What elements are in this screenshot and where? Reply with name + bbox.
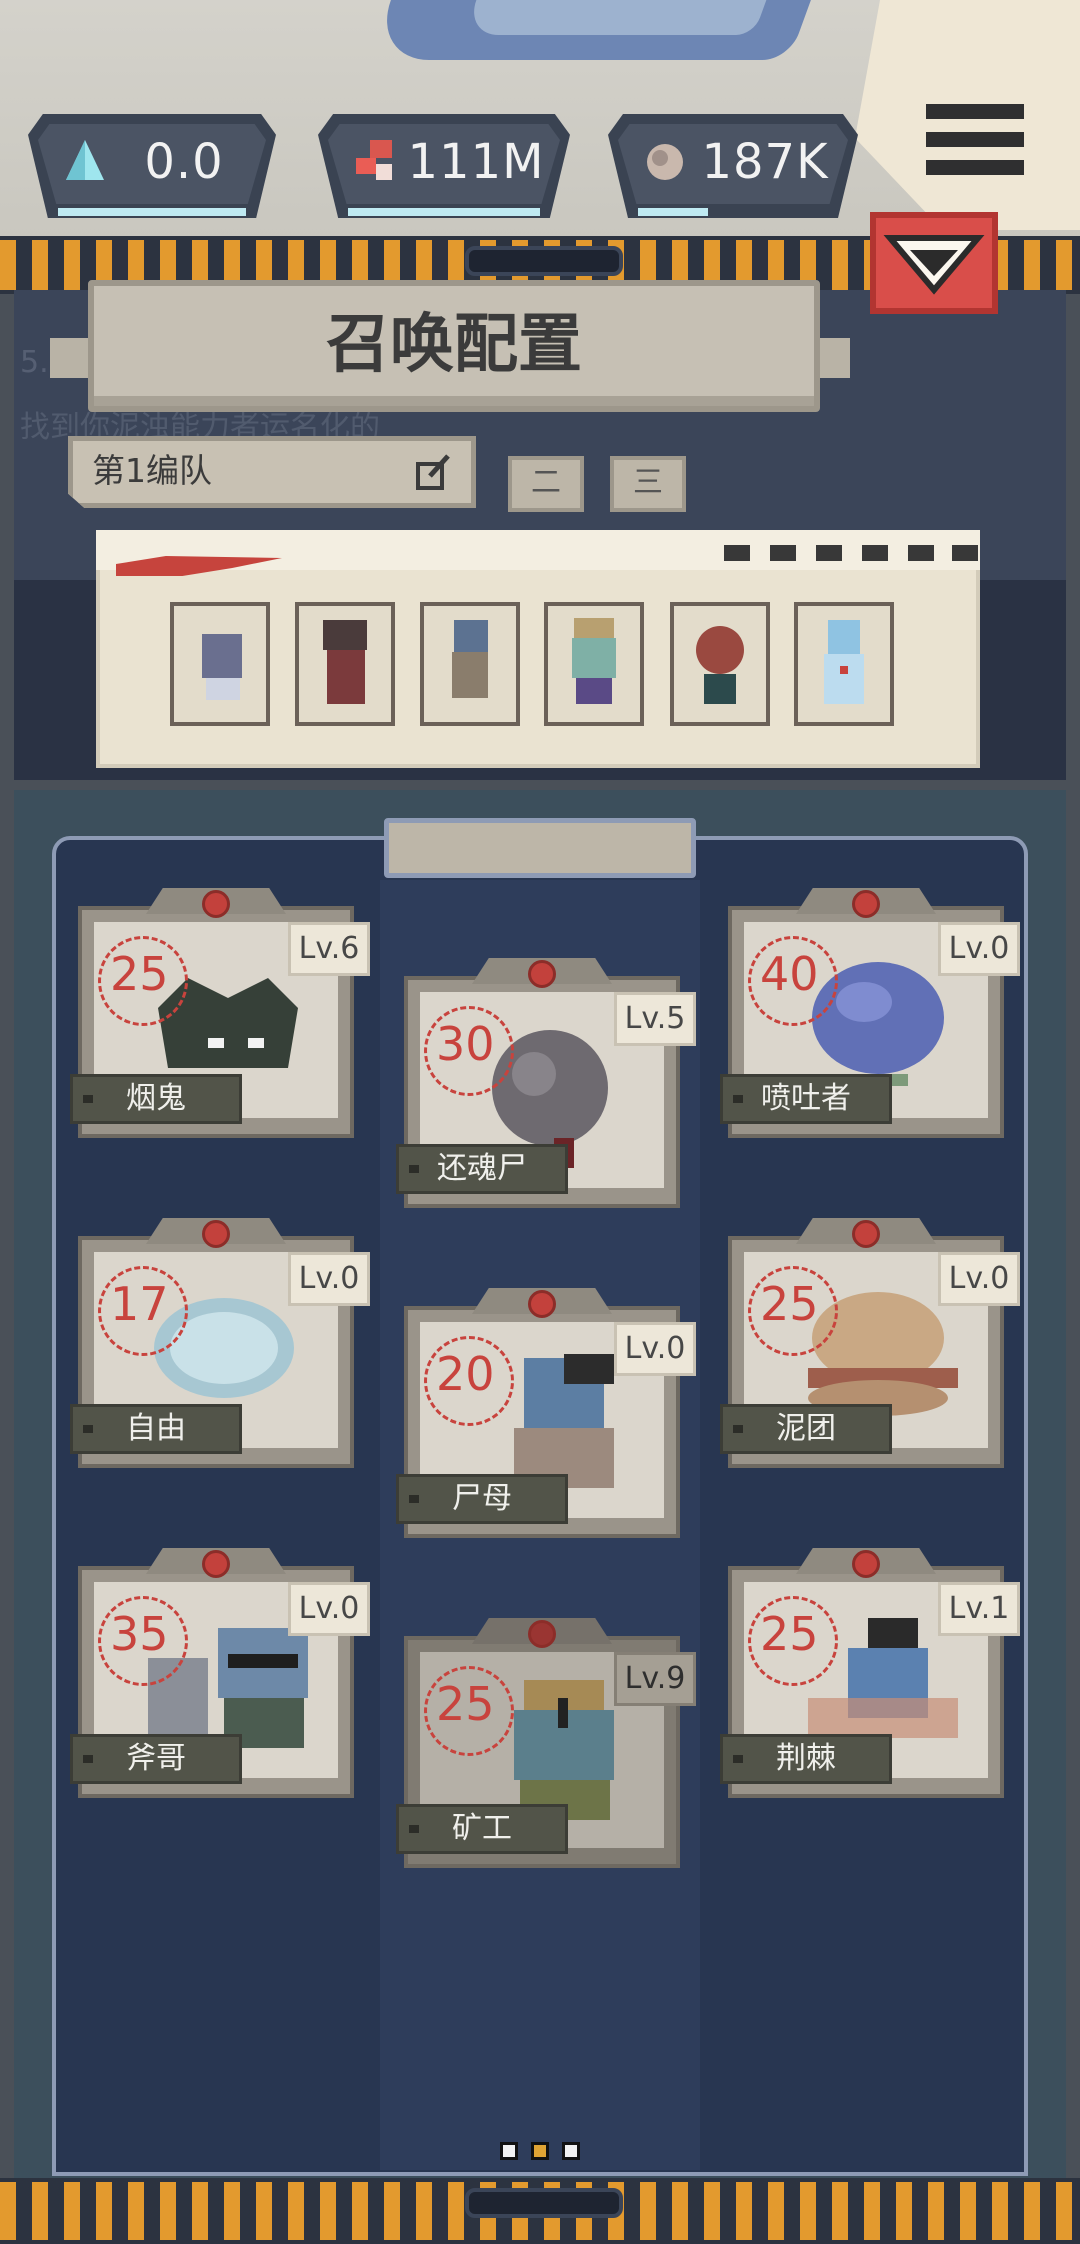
crystal-amount: 0.0	[144, 134, 224, 190]
unit-cost: 30	[436, 1017, 495, 1071]
stone-icon	[647, 144, 683, 180]
page-dot-3[interactable]	[562, 2142, 580, 2160]
team-selector-label: 第1编队	[92, 451, 212, 490]
chevron-down-icon	[883, 235, 985, 295]
unit-cost: 20	[436, 1347, 495, 1401]
unit-name: 泥团	[720, 1404, 892, 1454]
page-title: 召唤配置	[326, 308, 582, 382]
unit-name: 自由	[70, 1404, 242, 1454]
unit-level: Lv.0	[288, 1582, 370, 1636]
unit-level: Lv.0	[288, 1252, 370, 1306]
squad-slot-2[interactable]	[295, 602, 395, 726]
edit-icon[interactable]	[412, 452, 452, 492]
squad-indicator	[862, 545, 888, 561]
squad-indicator	[724, 545, 750, 561]
unit-name: 尸母	[396, 1474, 568, 1524]
unit-name: 斧哥	[70, 1734, 242, 1784]
menu-button[interactable]	[920, 100, 1030, 190]
unit-level: Lv.9	[614, 1652, 696, 1706]
unit-name: 喷吐者	[720, 1074, 892, 1124]
collapse-button[interactable]	[870, 212, 998, 314]
resource-crystal: 0.0	[28, 114, 276, 218]
unit-portrait-icon	[202, 634, 242, 700]
unit-portrait-icon	[696, 626, 744, 704]
unit-level: Lv.5	[614, 992, 696, 1046]
squad-slot-6[interactable]	[794, 602, 894, 726]
squad-indicator	[908, 545, 934, 561]
unit-portrait-icon	[323, 620, 367, 704]
squad-indicator	[816, 545, 842, 561]
unit-name: 荆棘	[720, 1734, 892, 1784]
unit-portrait-icon	[452, 620, 488, 698]
resource-stone: 187K	[608, 114, 858, 218]
bottom-drag-handle[interactable]	[465, 2188, 623, 2218]
flesh-icon	[356, 140, 392, 180]
resource-flesh: 111M	[318, 114, 570, 218]
unit-card[interactable]: 40 Lv.0 喷吐者	[720, 888, 1020, 1138]
squad-indicator	[770, 545, 796, 561]
unit-cost: 17	[110, 1277, 169, 1331]
unit-card[interactable]: 35 Lv.0 斧哥	[70, 1548, 370, 1798]
unit-cost: 35	[110, 1607, 169, 1661]
unit-cost: 25	[760, 1277, 819, 1331]
unit-portrait-icon	[824, 620, 864, 704]
flesh-amount: 111M	[407, 134, 545, 190]
crystal-icon	[66, 140, 104, 180]
unit-portrait-icon	[572, 618, 616, 704]
unit-level: Lv.0	[938, 922, 1020, 976]
unit-card[interactable]: 17 Lv.0 自由	[70, 1218, 370, 1468]
squad-slot-5[interactable]	[670, 602, 770, 726]
unit-card[interactable]: 25 Lv.6 烟鬼	[70, 888, 370, 1138]
tab-team-3[interactable]: 三	[610, 456, 686, 512]
tab-team-2[interactable]: 二	[508, 456, 584, 512]
squad-slot-1[interactable]	[170, 602, 270, 726]
unit-cost: 25	[760, 1607, 819, 1661]
unit-name: 烟鬼	[70, 1074, 242, 1124]
map-water-highlight	[463, 0, 767, 35]
squad-indicator	[952, 545, 978, 561]
unit-card[interactable]: 20 Lv.0 尸母	[396, 1288, 696, 1538]
unit-name: 还魂尸	[396, 1144, 568, 1194]
stone-amount: 187K	[701, 134, 829, 190]
unit-card[interactable]: 25 Lv.9 矿工	[396, 1618, 696, 1868]
grid-header-tab	[384, 818, 696, 878]
page-dot-2-active[interactable]	[531, 2142, 549, 2160]
unit-cost: 25	[110, 947, 169, 1001]
unit-level: Lv.1	[938, 1582, 1020, 1636]
unit-level: Lv.0	[614, 1322, 696, 1376]
unit-cost: 40	[760, 947, 819, 1001]
squad-slot-4[interactable]	[544, 602, 644, 726]
unit-level: Lv.6	[288, 922, 370, 976]
unit-card[interactable]: 25 Lv.0 泥团	[720, 1218, 1020, 1468]
panel-drag-handle[interactable]	[465, 246, 623, 276]
unit-card[interactable]: 30 Lv.5 还魂尸	[396, 958, 696, 1208]
page-dot-1[interactable]	[500, 2142, 518, 2160]
squad-slot-3[interactable]	[420, 602, 520, 726]
unit-cost: 25	[436, 1677, 495, 1731]
unit-name: 矿工	[396, 1804, 568, 1854]
unit-level: Lv.0	[938, 1252, 1020, 1306]
unit-card[interactable]: 25 Lv.1 荆棘	[720, 1548, 1020, 1798]
